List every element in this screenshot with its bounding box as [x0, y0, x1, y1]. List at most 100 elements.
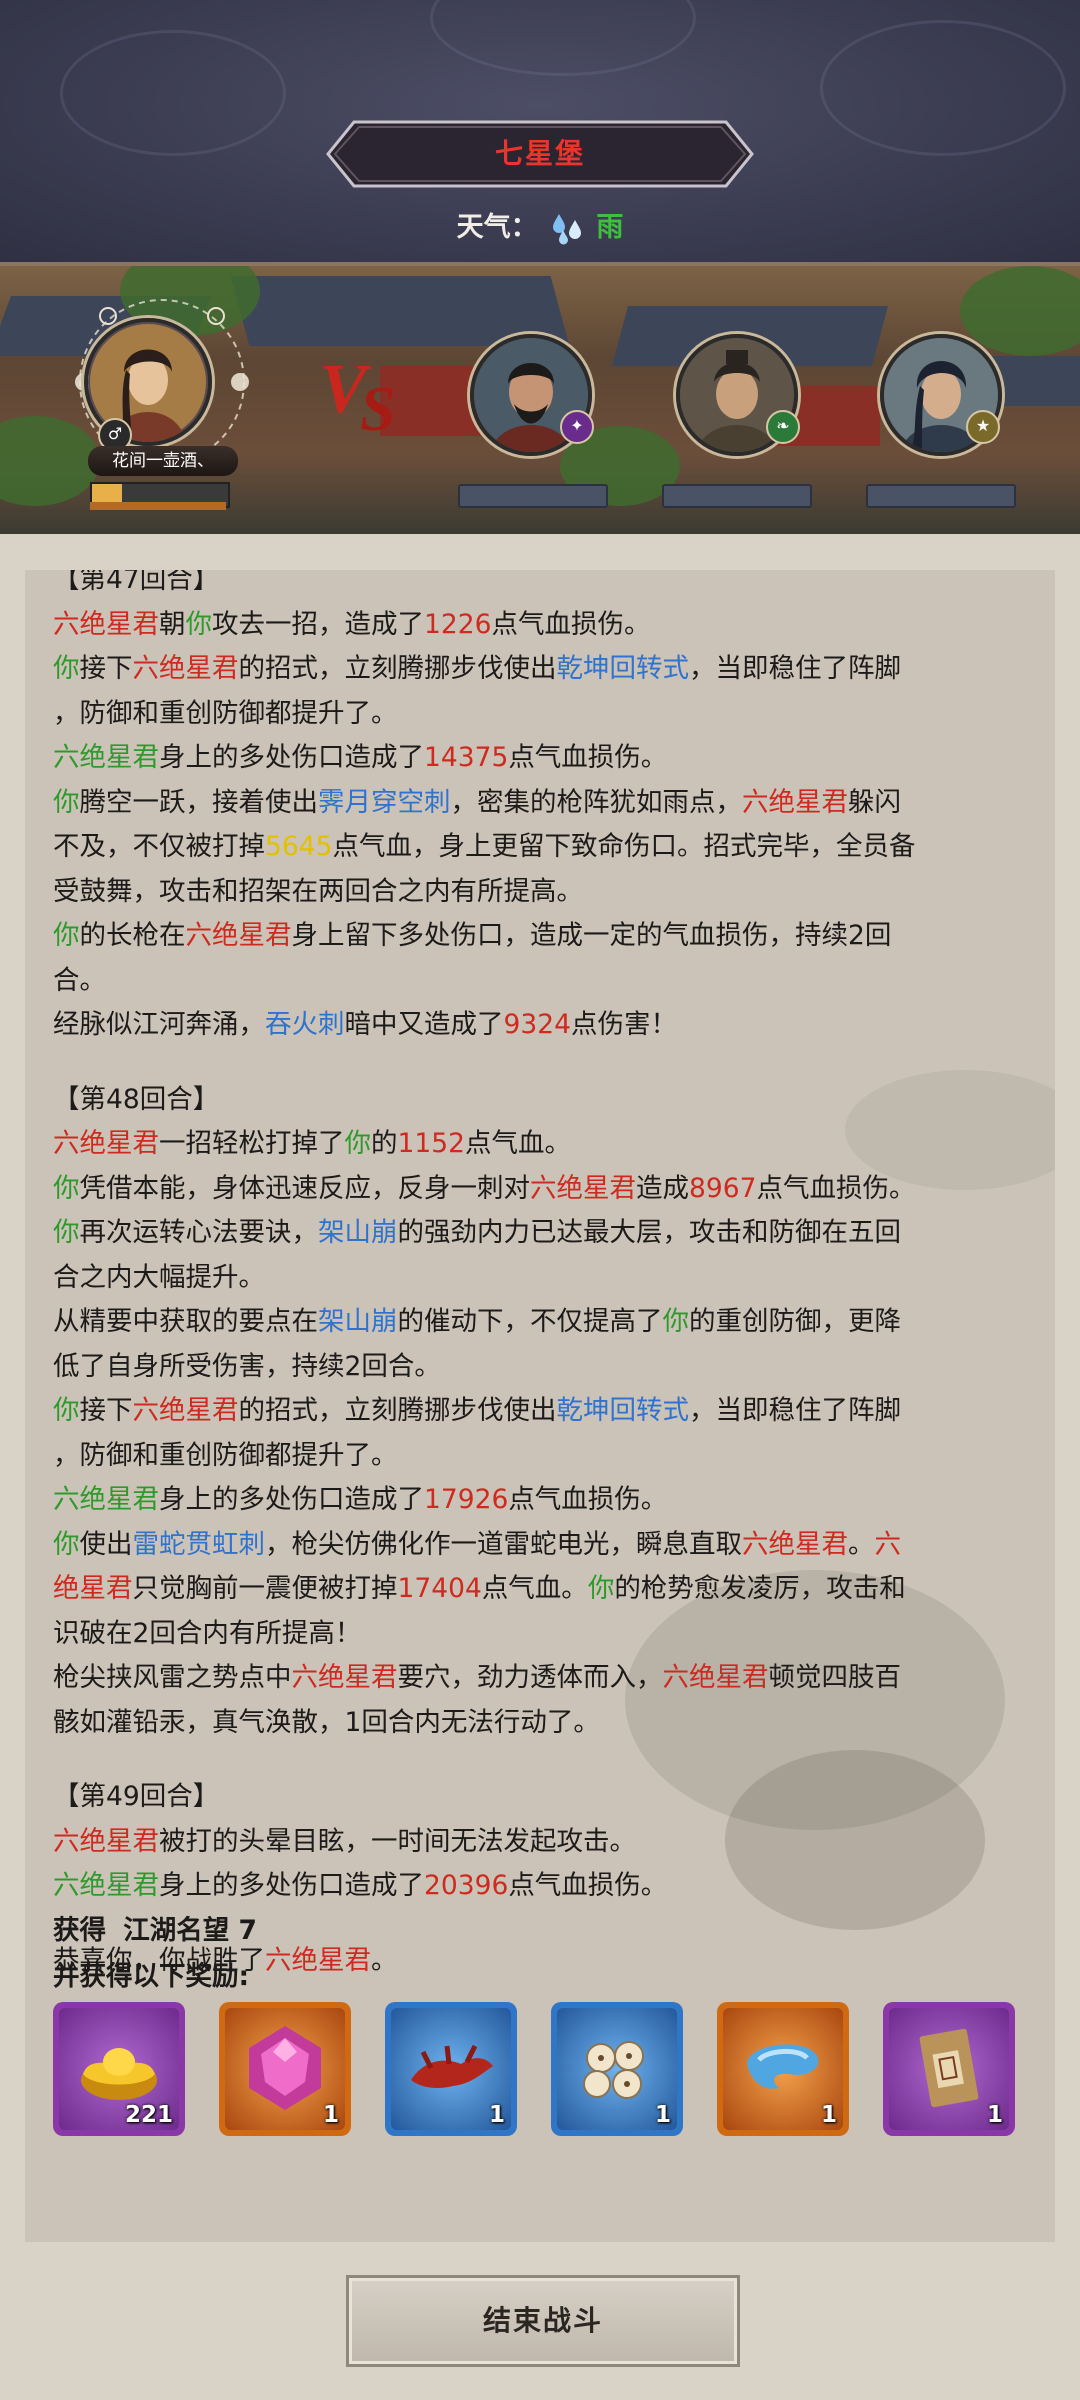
- cloud-pattern: [430, 0, 696, 76]
- reward-item[interactable]: 221: [53, 2002, 185, 2136]
- log-segment: 的重创防御，更降: [689, 1306, 901, 1337]
- log-segment: 点气血损伤。: [508, 742, 668, 773]
- log-segment: 躲闪: [848, 786, 901, 818]
- log-line: 你再次运转心法要诀，架山崩的强劲内力已达最大层，攻击和防御在五回: [53, 1211, 1033, 1256]
- log-line: 合。: [53, 959, 1033, 1004]
- blue-scarf-icon: [747, 2044, 819, 2089]
- log-segment: ，密集的枪阵犹如雨点，: [450, 786, 743, 818]
- enemy-hp-bar: [866, 484, 1016, 508]
- log-segment: 你: [53, 1395, 80, 1426]
- log-line: 你接下六绝星君的招式，立刻腾挪步伐使出乾坤回转式，当即稳住了阵脚: [53, 647, 1033, 692]
- log-segment: ，防御和重创防御都提升了。: [53, 1439, 398, 1471]
- log-segment: 你: [53, 920, 80, 951]
- cloud-pattern: [820, 20, 1066, 156]
- log-segment: 合之内大幅提升。: [53, 1261, 265, 1293]
- reward-item[interactable]: 1: [551, 2002, 683, 2136]
- log-segment: 点伤害！: [570, 1009, 677, 1040]
- log-segment: 你: [587, 1573, 615, 1604]
- item-quantity: 1: [654, 2102, 671, 2128]
- log-segment: 凭借本能，身体迅速反应，反身一刺对: [79, 1172, 531, 1204]
- log-segment: 身上的多处伤口造成了: [159, 1870, 424, 1901]
- log-segment: 5645: [265, 831, 333, 862]
- location-header: 七星堡 天气： 雨: [0, 0, 1080, 262]
- log-segment: 六绝星君: [265, 1944, 371, 1976]
- log-segment: 从精要中获取的要点在: [53, 1306, 318, 1337]
- log-segment: 17926: [424, 1484, 509, 1515]
- battle-log: 【第47回合】 六绝星君朝你攻去一招，造成了1226点气血损伤。 你接下六绝星君的招…: [53, 570, 1033, 1983]
- log-segment: 8967: [689, 1172, 757, 1204]
- obtain-label: 获得: [53, 1915, 106, 1946]
- log-segment: 的强劲内力已达最大层，攻击和防御在五回: [397, 1217, 902, 1248]
- log-segment: 识破在2回合内有所提高！: [53, 1617, 362, 1649]
- log-segment: 乾坤回转式: [556, 653, 690, 684]
- log-line: 六绝星君身上的多处伤口造成了14375点气血损伤。: [53, 736, 1033, 781]
- log-line: 受鼓舞，攻击和招架在两回合之内有所提高。: [53, 870, 1033, 915]
- log-segment: 六绝星君: [53, 1870, 159, 1901]
- log-segment: 要穴，劲力透体而入，: [397, 1662, 663, 1693]
- log-segment: 吞火刺: [265, 1009, 345, 1040]
- log-segment: 六绝星君: [742, 1528, 848, 1560]
- log-segment: 身上的多处伤口造成了: [159, 742, 424, 773]
- log-line: 六绝星君身上的多处伤口造成了17926点气血损伤。: [53, 1478, 1033, 1523]
- log-segment: 【第49回合】: [53, 1781, 220, 1812]
- log-segment: ，当即稳住了阵脚: [689, 1395, 901, 1426]
- log-segment: 的催动下，不仅提高了: [397, 1306, 663, 1337]
- log-segment: 六绝星君: [185, 920, 292, 951]
- log-line: 枪尖挟风雷之势点中六绝星君要穴，劲力透体而入，六绝星君顿觉四肢百: [53, 1656, 1033, 1701]
- reward-item[interactable]: 1: [219, 2002, 351, 2136]
- log-line: 骸如灌铅汞，真气涣散，1回合内无法行动了。: [53, 1701, 1033, 1746]
- log-segment: 骸如灌铅汞，真气涣散，1回合内无法行动了。: [53, 1706, 600, 1738]
- log-segment: 六绝星君: [291, 1662, 398, 1693]
- log-segment: 接下: [79, 653, 133, 684]
- reward-item[interactable]: 1: [883, 2002, 1015, 2136]
- log-line: 你腾空一跃，接着使出霁月穿空刺，密集的枪阵犹如雨点，六绝星君躲闪: [53, 781, 1033, 826]
- log-line: ，防御和重创防御都提升了。: [53, 692, 1033, 737]
- item-quantity: 221: [124, 2102, 173, 2128]
- log-line: 低了自身所受伤害，持续2回合。: [53, 1345, 1033, 1390]
- log-segment: 受鼓舞，攻击和招架在两回合之内有所提高。: [53, 875, 583, 907]
- log-segment: 被打的头晕目眩，一时间无法发起攻击。: [159, 1825, 636, 1857]
- rewards-heading: 并获得以下奖励:: [53, 1961, 250, 1992]
- log-segment: 架山崩: [318, 1217, 398, 1248]
- log-line: 绝星君只觉胸前一震便被打掉17404点气血。你的枪势愈发凌厉，攻击和: [53, 1567, 1033, 1612]
- log-line: 【第47回合】: [53, 570, 1033, 603]
- reward-item[interactable]: 1: [385, 2002, 517, 2136]
- log-segment: ，当即稳住了阵脚: [689, 653, 901, 684]
- player-energy-bar: [90, 502, 226, 510]
- log-segment: 点气血损伤。: [508, 1870, 668, 1901]
- battle-log-panel[interactable]: 【第47回合】 六绝星君朝你攻去一招，造成了1226点气血损伤。 你接下六绝星君的招…: [25, 570, 1055, 2242]
- log-segment: 六绝星君: [132, 653, 239, 684]
- log-line: 你使出雷蛇贯虹刺，枪尖仿佛化作一道雷蛇电光，瞬息直取六绝星君。六: [53, 1523, 1033, 1568]
- red-herb-icon: [411, 2044, 493, 2088]
- log-segment: 造成: [636, 1172, 689, 1204]
- reward-obtained-row: 获得 江湖名望 7: [53, 1908, 257, 1947]
- sword-icon: ✦: [560, 410, 594, 444]
- svg-text:S: S: [360, 373, 396, 440]
- log-line: 六绝星君身上的多处伤口造成了20396点气血损伤。: [53, 1864, 1033, 1909]
- log-segment: 17404: [397, 1573, 482, 1604]
- log-segment: 点气血。: [464, 1128, 571, 1159]
- log-segment: 枪尖挟风雷之势点中: [53, 1662, 292, 1693]
- log-segment: 点气血损伤。: [491, 608, 651, 640]
- end-battle-button[interactable]: 结束战斗: [346, 2275, 740, 2367]
- log-segment: 再次运转心法要诀，: [79, 1217, 319, 1248]
- log-segment: 六: [874, 1528, 902, 1560]
- log-segment: 你: [53, 1528, 80, 1560]
- log-segment: 1226: [424, 608, 492, 640]
- log-segment: 的枪势愈发凌厉，攻击和: [614, 1573, 906, 1604]
- log-segment: 你: [53, 1217, 80, 1248]
- log-segment: 你: [53, 653, 80, 684]
- log-segment: 点气血损伤。: [756, 1172, 916, 1204]
- log-segment: 你: [662, 1306, 690, 1337]
- log-segment: 点气血，身上更留下致命伤口。招式完毕，全员备: [332, 831, 916, 862]
- log-segment: 腾空一跃，接着使出: [79, 786, 319, 818]
- log-segment: 的: [371, 1128, 398, 1159]
- log-line: 合之内大幅提升。: [53, 1256, 1033, 1301]
- log-segment: 顿觉四肢百: [768, 1662, 902, 1693]
- log-line: [53, 1048, 1033, 1078]
- log-segment: 六绝星君: [530, 1172, 636, 1204]
- log-line: ，防御和重创防御都提升了。: [53, 1434, 1033, 1479]
- location-title: 七星堡: [494, 137, 585, 170]
- log-segment: 只觉胸前一震便被打掉: [132, 1573, 398, 1604]
- reward-item[interactable]: 1: [717, 2002, 849, 2136]
